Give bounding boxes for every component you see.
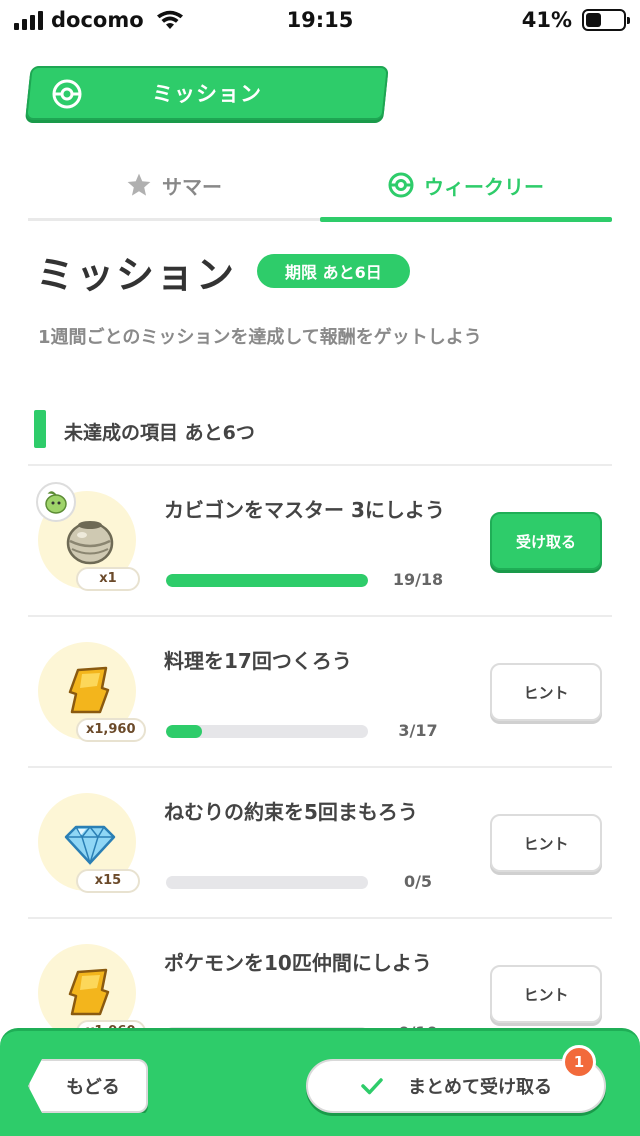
- mission-title: 料理を17回つくろう: [164, 649, 352, 673]
- check-icon: [361, 1078, 383, 1095]
- notification-badge: 1: [562, 1045, 596, 1079]
- progress-bar: [166, 574, 368, 587]
- mission-row: x15 ねむりの約束を5回まもろう 0/5 ヒント: [28, 766, 612, 916]
- claim-all-label: まとめて受け取る: [408, 1077, 552, 1098]
- progress-fill: [166, 725, 202, 738]
- reward-count: x15: [76, 869, 140, 893]
- hint-button[interactable]: ヒント: [490, 814, 602, 872]
- dream-shard-icon: [68, 968, 110, 1016]
- tab-weekly[interactable]: ウィークリー: [320, 150, 612, 220]
- status-bar: docomo 19:15 41%: [0, 0, 640, 40]
- claim-all-button[interactable]: まとめて受け取る: [306, 1059, 606, 1113]
- dream-shard-icon: [68, 666, 110, 714]
- tab-weekly-label: ウィークリー: [424, 174, 544, 199]
- page-description: 1週間ごとのミッションを達成して報酬をゲットしよう: [38, 327, 482, 348]
- tab-bar: サマー ウィークリー: [28, 150, 612, 224]
- progress-bar: [166, 876, 368, 889]
- star-icon: [127, 173, 151, 196]
- pokeball-icon: [388, 172, 414, 198]
- reward-count: x1: [76, 567, 140, 591]
- battery-percent: 41%: [521, 8, 572, 32]
- progress-fill: [166, 574, 368, 587]
- incense-pot-icon: [66, 521, 114, 565]
- bottom-action-bar: もどる まとめて受け取る 1: [0, 1028, 640, 1136]
- hint-button[interactable]: ヒント: [490, 965, 602, 1023]
- tab-active-indicator: [320, 217, 612, 222]
- progress-text: 3/17: [398, 721, 438, 740]
- back-button[interactable]: もどる: [28, 1059, 148, 1113]
- pokemon-icon: [45, 491, 67, 514]
- diamond-icon: [64, 825, 116, 866]
- reward-count: x1,960: [76, 718, 146, 742]
- status-right: 41%: [521, 8, 630, 32]
- tab-summer-label: サマー: [162, 174, 222, 199]
- mission-title: ねむりの約束を5回まもろう: [164, 800, 418, 824]
- mission-row: x1,960 料理を17回つくろう 3/17 ヒント: [28, 615, 612, 765]
- mission-title: カビゴンをマスター 3にしよう: [164, 498, 445, 522]
- battery-icon: [582, 9, 630, 31]
- progress-bar: [166, 725, 368, 738]
- pokeball-icon: [52, 79, 82, 109]
- pokemon-avatar: [36, 482, 76, 522]
- progress-text: 0/5: [403, 872, 433, 891]
- header-title-bar: ミッション: [25, 66, 389, 120]
- page-title: ミッション: [36, 253, 237, 297]
- hint-button[interactable]: ヒント: [490, 663, 602, 721]
- deadline-badge: 期限 あと6日: [257, 254, 410, 288]
- header-title: ミッション: [152, 82, 262, 106]
- claim-button[interactable]: 受け取る: [490, 512, 602, 570]
- battery-level: [586, 13, 601, 27]
- progress-text: 19/18: [392, 570, 444, 589]
- section-title: 未達成の項目 あと6つ: [64, 422, 255, 444]
- mission-row: x1 カビゴンをマスター 3にしよう 19/18 受け取る: [28, 464, 612, 614]
- section-marker: [34, 410, 46, 448]
- mission-title: ポケモンを10匹仲間にしよう: [164, 951, 432, 975]
- tab-summer[interactable]: サマー: [28, 150, 320, 220]
